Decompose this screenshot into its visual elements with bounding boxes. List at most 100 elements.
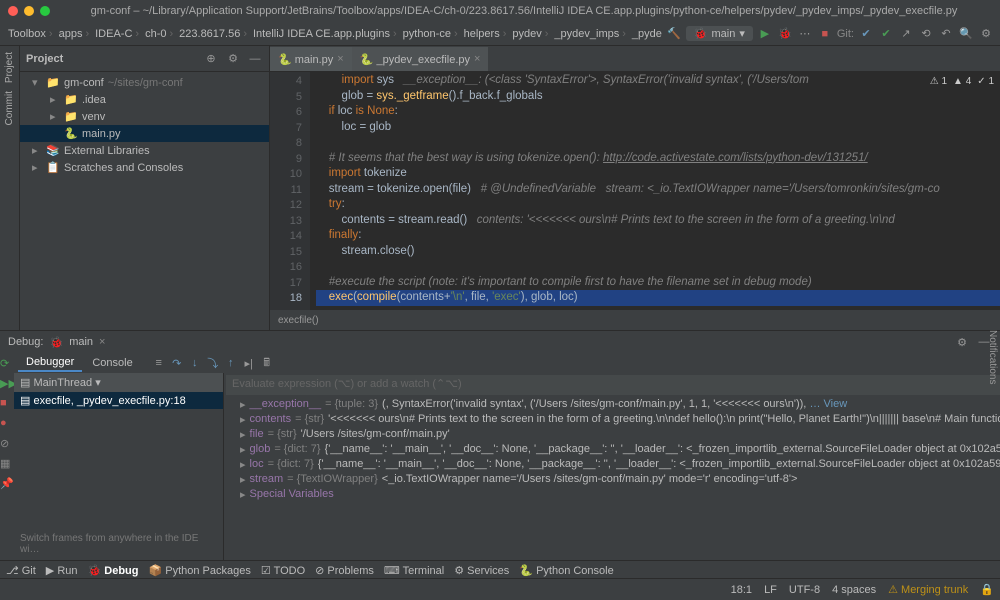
breakpoints-icon[interactable]: ● bbox=[0, 417, 14, 431]
breadcrumb[interactable]: ToolboxappsIDEA-Cch-0223.8617.56IntelliJ… bbox=[6, 28, 662, 40]
breadcrumb-item[interactable]: ch-0 bbox=[143, 28, 175, 40]
debug-config-name[interactable]: main bbox=[69, 336, 93, 348]
breadcrumb-item[interactable]: helpers bbox=[462, 28, 509, 40]
rail-project[interactable]: Project bbox=[4, 52, 15, 83]
breadcrumb-item[interactable]: 223.8617.56 bbox=[177, 28, 249, 40]
status-line-sep[interactable]: LF bbox=[764, 584, 777, 596]
pin-icon[interactable]: 📌 bbox=[0, 477, 14, 491]
title-bar: gm-conf – ~/Library/Application Support/… bbox=[0, 0, 1000, 22]
tree-item[interactable]: ▸📁venv bbox=[20, 108, 269, 125]
status-lock-icon[interactable]: 🔒 bbox=[980, 583, 994, 596]
git-push-icon[interactable]: ↗ bbox=[898, 26, 914, 42]
evaluate-icon[interactable]: 🖩 bbox=[259, 355, 275, 371]
build-icon[interactable]: 🔨 bbox=[666, 26, 682, 42]
tool-tab-problems[interactable]: ⊘ Problems bbox=[315, 564, 374, 577]
stop-icon[interactable]: ■ bbox=[817, 26, 833, 42]
run-config-selector[interactable]: 🐞 main ▾ bbox=[686, 26, 753, 41]
debug-title: Debug: bbox=[8, 336, 43, 348]
step-out-icon[interactable]: ↑ bbox=[223, 355, 239, 371]
bottom-tool-tabs: ⎇ Git ▶ Run 🐞 Debug 📦 Python Packages ☑ TODO… bbox=[0, 560, 1000, 580]
tool-tab-git[interactable]: ⎇ Git bbox=[6, 564, 36, 577]
git-history-icon[interactable]: ⟲ bbox=[918, 26, 934, 42]
more-run-icon[interactable]: ⋯ bbox=[797, 26, 813, 42]
tab-console[interactable]: Console bbox=[84, 355, 140, 371]
window-zoom-icon[interactable] bbox=[40, 6, 50, 16]
project-view-label[interactable]: Project bbox=[26, 53, 197, 65]
settings-icon[interactable]: ⚙ bbox=[978, 26, 994, 42]
thread-selector[interactable]: ▤ MainThread ▾ bbox=[14, 373, 223, 392]
tool-tab-todo[interactable]: ☑ TODO bbox=[261, 564, 305, 577]
breadcrumb-item[interactable]: IDEA-C bbox=[93, 28, 141, 40]
git-commit-icon[interactable]: ✔ bbox=[878, 26, 894, 42]
breadcrumb-item[interactable]: python-ce bbox=[401, 28, 460, 40]
editor-tab[interactable]: 🐍 _pydev_execfile.py × bbox=[352, 47, 489, 71]
layout-icon[interactable]: ▦ bbox=[0, 457, 14, 471]
search-icon[interactable]: 🔍 bbox=[958, 26, 974, 42]
tool-tab-terminal[interactable]: ⌨ Terminal bbox=[384, 564, 444, 577]
rail-commit[interactable]: Commit bbox=[4, 91, 15, 125]
close-tab-icon[interactable]: × bbox=[474, 53, 480, 65]
notifications-tab[interactable]: Notifications bbox=[987, 330, 998, 384]
run-to-cursor-icon[interactable]: ▸| bbox=[241, 355, 257, 371]
tool-tab-run[interactable]: ▶ Run bbox=[46, 564, 78, 577]
rerun-icon[interactable]: ⟳ bbox=[0, 357, 14, 371]
evaluate-input[interactable]: Evaluate expression (⌥) or add a watch (… bbox=[226, 375, 1000, 395]
tree-item[interactable]: 🐍main.py bbox=[20, 125, 269, 142]
status-indent[interactable]: 4 spaces bbox=[832, 584, 876, 596]
stack-frame[interactable]: ▤ execfile, _pydev_execfile.py:18 bbox=[14, 392, 223, 409]
left-tool-rail: Project Commit bbox=[0, 46, 20, 330]
breadcrumb-item[interactable]: IntelliJ IDEA CE.app.plugins bbox=[251, 28, 399, 40]
status-bar: 18:1 LF UTF-8 4 spaces ⚠ Merging trunk 🔒 bbox=[0, 578, 1000, 600]
variable-row[interactable]: ▸ __exception__ = {tuple: 3} (, SyntaxEr… bbox=[224, 397, 1000, 412]
close-tab-icon[interactable]: × bbox=[337, 53, 343, 65]
variable-row[interactable]: ▸ glob = {dict: 7} {'__name__': '__main_… bbox=[224, 442, 1000, 457]
tool-tab-debug[interactable]: 🐞 Debug bbox=[88, 564, 139, 577]
tree-item[interactable]: ▸📁.idea bbox=[20, 91, 269, 108]
tool-tab-python-console[interactable]: 🐍 Python Console bbox=[519, 564, 613, 577]
git-update-icon[interactable]: ✔ bbox=[858, 26, 874, 42]
inspection-badges[interactable]: ⚠ 1▲ 4✓ 1 bbox=[930, 76, 994, 87]
variable-row[interactable]: ▸ loc = {dict: 7} {'__name__': '__main__… bbox=[224, 457, 1000, 472]
status-charset[interactable]: UTF-8 bbox=[789, 584, 820, 596]
breadcrumb-item[interactable]: _pydev_imps bbox=[552, 28, 628, 40]
window-title: gm-conf – ~/Library/Application Support/… bbox=[56, 5, 992, 17]
status-position[interactable]: 18:1 bbox=[731, 584, 752, 596]
debug-icon[interactable]: 🐞 bbox=[777, 26, 793, 42]
run-icon[interactable]: ▶ bbox=[757, 26, 773, 42]
variable-row[interactable]: ▸ stream = {TextIOWrapper} <_io.TextIOWr… bbox=[224, 472, 1000, 487]
variable-row[interactable]: ▸ contents = {str} '<<<<<<< ours\n# Prin… bbox=[224, 412, 1000, 427]
tree-item[interactable]: ▸📋Scratches and Consoles bbox=[20, 159, 269, 176]
step-into-icon[interactable]: ↓ bbox=[187, 355, 203, 371]
breadcrumb-item[interactable]: pydev bbox=[510, 28, 550, 40]
breadcrumb-item[interactable]: apps bbox=[57, 28, 92, 40]
status-merge[interactable]: ⚠ Merging trunk bbox=[888, 583, 968, 596]
tool-tab-python-packages[interactable]: 📦 Python Packages bbox=[148, 564, 250, 577]
resume-icon[interactable]: ▶▶ bbox=[0, 377, 14, 391]
git-rollback-icon[interactable]: ↶ bbox=[938, 26, 954, 42]
window-close-icon[interactable] bbox=[8, 6, 18, 16]
editor-tab[interactable]: 🐍 main.py × bbox=[270, 47, 352, 71]
tab-debugger[interactable]: Debugger bbox=[18, 354, 82, 372]
step-over-icon[interactable]: ↷ bbox=[169, 355, 185, 371]
select-opened-icon[interactable]: ⊕ bbox=[203, 51, 219, 67]
hide-icon[interactable]: — bbox=[247, 51, 263, 67]
variable-row[interactable]: ▸ file = {str} '/Users /sites/gm-conf/ma… bbox=[224, 427, 1000, 442]
stop-debug-icon[interactable]: ■ bbox=[0, 397, 14, 411]
variables-panel: Evaluate expression (⌥) or add a watch (… bbox=[224, 373, 1000, 560]
variable-row[interactable]: ▸ Special Variables bbox=[224, 487, 1000, 502]
window-minimize-icon[interactable] bbox=[24, 6, 34, 16]
step-into-my-icon[interactable]: ⤵ bbox=[205, 355, 221, 371]
mute-bp-icon[interactable]: ⊘ bbox=[0, 437, 14, 451]
tree-item[interactable]: ▾📁gm-conf ~/sites/gm-conf bbox=[20, 74, 269, 91]
gear-icon[interactable]: ⚙ bbox=[225, 51, 241, 67]
tool-tab-services[interactable]: ⚙ Services bbox=[454, 564, 509, 577]
debug-gear-icon[interactable]: ⚙ bbox=[954, 334, 970, 350]
code-area[interactable]: import sys __exception__: (<class 'Synta… bbox=[310, 72, 1000, 310]
breadcrumb-item[interactable]: _pydev_execfile.py bbox=[630, 28, 662, 40]
close-tab-icon[interactable]: × bbox=[99, 336, 105, 348]
breadcrumb-item[interactable]: Toolbox bbox=[6, 28, 55, 40]
thread-icon[interactable]: ≡ bbox=[151, 355, 167, 371]
gutter[interactable]: 456789101112131415161718 bbox=[270, 72, 310, 310]
tree-item[interactable]: ▸📚External Libraries bbox=[20, 142, 269, 159]
code-breadcrumb[interactable]: execfile() bbox=[270, 310, 1000, 330]
